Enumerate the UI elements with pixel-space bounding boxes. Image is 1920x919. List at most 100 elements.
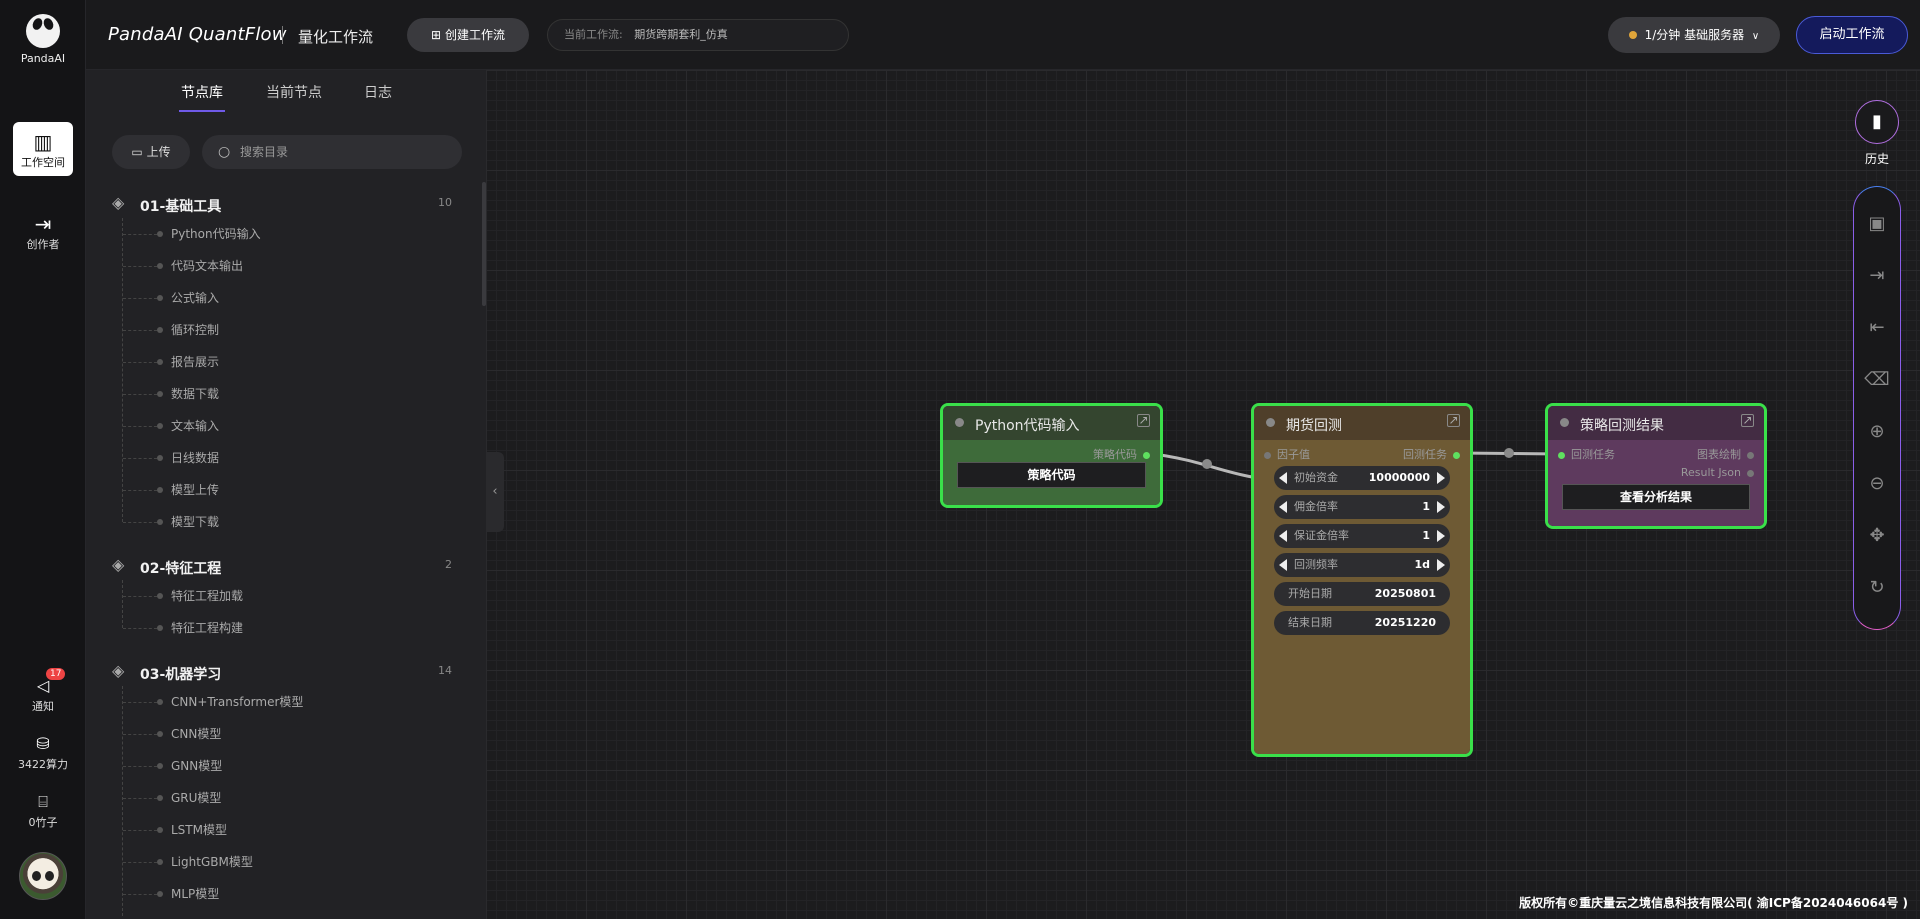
layout-icon: ▥ <box>33 130 53 154</box>
notification-badge: 17 <box>46 668 66 680</box>
run-workflow-button[interactable]: 启动工作流 <box>1796 16 1908 54</box>
search-input[interactable]: ○ 搜索目录 <box>202 135 462 169</box>
increment-arrow-icon[interactable] <box>1437 559 1445 571</box>
margin-rate-stepper[interactable]: 保证金倍率 1 <box>1274 524 1450 548</box>
history-button[interactable]: ▮ 历史 <box>1855 100 1899 167</box>
upload-button[interactable]: ▭ 上传 <box>112 135 190 169</box>
node-group-header[interactable]: ◈ 03-机器学习 14 <box>112 660 452 686</box>
node-item[interactable]: MLP模型 <box>123 878 303 910</box>
current-workflow-field[interactable]: 当前工作流: 期货跨期套利_仿真 <box>547 19 849 51</box>
port-row: Result Json <box>1548 462 1764 482</box>
node-item[interactable]: 报告展示 <box>123 346 261 378</box>
output-port[interactable]: 策略代码 <box>1093 446 1150 462</box>
rail-item-bamboo[interactable]: ⌸ 0竹子 <box>13 790 73 830</box>
initial-capital-stepper[interactable]: 初始资金 10000000 <box>1274 466 1450 490</box>
commission-rate-stepper[interactable]: 佣金倍率 1 <box>1274 495 1450 519</box>
node-item[interactable]: GNN模型 <box>123 750 303 782</box>
avatar[interactable] <box>19 852 67 900</box>
plus-square-icon: ⊞ <box>431 28 442 42</box>
node-title: Python代码输入 <box>975 418 1080 434</box>
rail-item-compute[interactable]: ⛁ 3422算力 <box>13 732 73 772</box>
import-icon[interactable]: ⇤ <box>1854 317 1900 338</box>
node-header[interactable]: Python代码输入 ↗ <box>943 406 1160 440</box>
chevron-left-icon: ‹ <box>492 484 498 499</box>
output-port[interactable]: Result Json <box>1681 466 1754 479</box>
node-python-input[interactable]: Python代码输入 ↗ 策略代码 策略代码 <box>940 403 1163 508</box>
node-item[interactable]: 特征工程构建 <box>123 612 243 644</box>
tab-log[interactable]: 日志 <box>364 82 392 102</box>
collapse-panel-button[interactable]: ‹ <box>486 452 504 532</box>
node-item[interactable]: 特征工程加载 <box>123 580 243 612</box>
node-item[interactable]: 日线数据 <box>123 442 261 474</box>
node-group-header[interactable]: ◈ 02-特征工程 2 <box>112 554 452 580</box>
strategy-code-button[interactable]: 策略代码 <box>957 462 1146 488</box>
export-icon[interactable]: ⇥ <box>1854 265 1900 286</box>
node-futures-backtest[interactable]: 期货回测 ↗ 因子值 回测任务 初始资金 10000000 佣金倍率 1 保证金… <box>1251 403 1473 757</box>
save-icon[interactable]: ▣ <box>1854 213 1900 234</box>
node-group: ◈ 02-特征工程 2 特征工程加载 特征工程构建 <box>112 554 452 635</box>
zoom-out-icon[interactable]: ⊖ <box>1854 473 1900 494</box>
start-date-field[interactable]: 开始日期 20250801 <box>1274 582 1450 606</box>
node-header[interactable]: 期货回测 ↗ <box>1254 406 1470 440</box>
input-port[interactable]: 回测任务 <box>1558 446 1615 462</box>
rail-item-notifications[interactable]: ◁ 17 通知 <box>13 668 73 714</box>
decrement-arrow-icon[interactable] <box>1279 559 1287 571</box>
node-library-panel: 节点库 当前节点 日志 ▭ 上传 ○ 搜索目录 ◈ 01-基础工具 10 Pyt… <box>86 70 486 919</box>
increment-arrow-icon[interactable] <box>1437 530 1445 542</box>
view-analysis-button[interactable]: 查看分析结果 <box>1562 484 1750 510</box>
node-item[interactable]: 循环控制 <box>123 314 261 346</box>
decrement-arrow-icon[interactable] <box>1279 472 1287 484</box>
rail-item-workspace[interactable]: ▥ 工作空间 <box>13 122 73 176</box>
fit-view-icon[interactable]: ✥ <box>1854 525 1900 546</box>
decrement-arrow-icon[interactable] <box>1279 530 1287 542</box>
edit-icon[interactable]: ↗ <box>1447 414 1460 427</box>
node-item[interactable]: 模型上传 <box>123 474 261 506</box>
field-label: 结束日期 <box>1288 616 1332 629</box>
history-label: 历史 <box>1864 152 1889 166</box>
node-item[interactable]: 公式输入 <box>123 282 261 314</box>
backtest-frequency-stepper[interactable]: 回测频率 1d <box>1274 553 1450 577</box>
node-group-header[interactable]: ◈ 01-基础工具 10 <box>112 192 452 218</box>
trash-icon[interactable]: ⌫ <box>1854 369 1900 390</box>
output-port[interactable]: 图表绘制 <box>1697 446 1754 462</box>
node-item[interactable]: Python代码输入 <box>123 218 261 250</box>
node-body: 因子值 回测任务 初始资金 10000000 佣金倍率 1 保证金倍率 1 回测… <box>1254 440 1470 754</box>
edit-icon[interactable]: ↗ <box>1137 414 1150 427</box>
rail-item-creator[interactable]: ⇥ 创作者 <box>13 212 73 252</box>
create-workflow-button[interactable]: ⊞ 创建工作流 <box>407 18 529 52</box>
tab-current-node[interactable]: 当前节点 <box>266 82 322 102</box>
coin-icon <box>1628 31 1637 39</box>
server-select[interactable]: 1/分钟 基础服务器 ∨ <box>1608 17 1780 53</box>
node-status-dot <box>955 418 964 427</box>
current-workflow-value: 期货跨期套利_仿真 <box>634 28 728 41</box>
node-item[interactable]: LSTM模型 <box>123 814 303 846</box>
upload-label: 上传 <box>146 145 171 159</box>
node-body: 回测任务 图表绘制 Result Json 查看分析结果 <box>1548 440 1764 526</box>
node-item[interactable]: GRU模型 <box>123 782 303 814</box>
field-label: 回测频率 <box>1294 558 1338 571</box>
canvas-toolbox: ▣ ⇥ ⇤ ⌫ ⊕ ⊖ ✥ ↻ <box>1853 186 1901 630</box>
tab-node-library[interactable]: 节点库 <box>179 82 225 112</box>
node-item[interactable]: LightGBM模型 <box>123 846 303 878</box>
node-header[interactable]: 策略回测结果 ↗ <box>1548 406 1764 440</box>
reset-icon[interactable]: ↻ <box>1854 577 1900 598</box>
node-item[interactable]: CNN模型 <box>123 718 303 750</box>
zoom-in-icon[interactable]: ⊕ <box>1854 421 1900 442</box>
node-item[interactable]: 模型下载 <box>123 506 261 538</box>
node-item[interactable]: 数据下载 <box>123 378 261 410</box>
increment-arrow-icon[interactable] <box>1437 472 1445 484</box>
node-item[interactable]: 文本输入 <box>123 410 261 442</box>
node-item[interactable]: 代码文本输出 <box>123 250 261 282</box>
node-backtest-result[interactable]: 策略回测结果 ↗ 回测任务 图表绘制 Result Json 查看分析结果 <box>1545 403 1767 529</box>
increment-arrow-icon[interactable] <box>1437 501 1445 513</box>
field-label: 保证金倍率 <box>1294 529 1349 542</box>
node-item[interactable]: CNN+Transformer模型 <box>123 686 303 718</box>
edit-icon[interactable]: ↗ <box>1741 414 1754 427</box>
decrement-arrow-icon[interactable] <box>1279 501 1287 513</box>
node-tree: 特征工程加载 特征工程构建 <box>122 580 243 635</box>
node-group-count: 2 <box>445 558 452 571</box>
app-logo[interactable]: PandaAI <box>0 14 86 65</box>
input-port[interactable]: 因子值 <box>1264 446 1310 462</box>
output-port[interactable]: 回测任务 <box>1403 446 1460 462</box>
end-date-field[interactable]: 结束日期 20251220 <box>1274 611 1450 635</box>
